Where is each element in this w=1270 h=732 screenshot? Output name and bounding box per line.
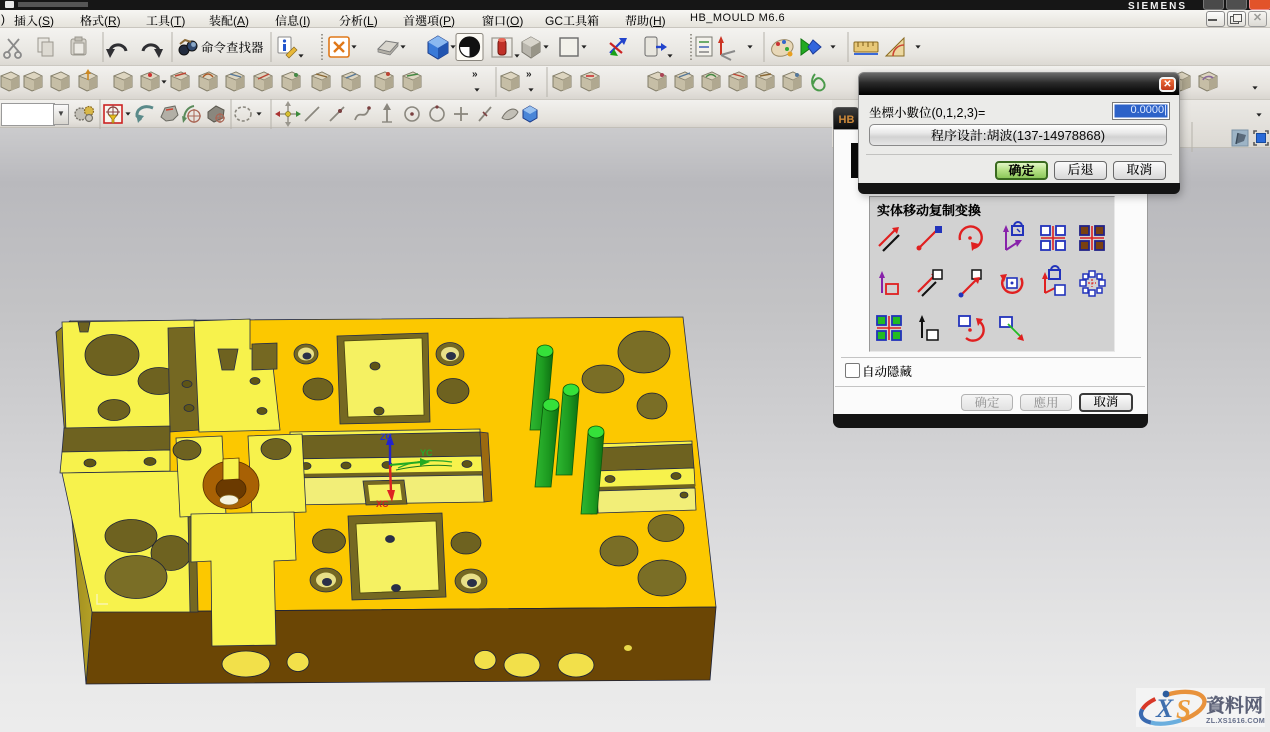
svg-text:ZC: ZC	[380, 432, 392, 442]
svg-text:X: X	[1155, 694, 1174, 723]
svg-text:»: »	[526, 69, 532, 80]
svg-text:S: S	[1176, 694, 1191, 724]
svg-text:資料网: 資料网	[1206, 695, 1263, 717]
svg-text:ZL.XS1616.COM: ZL.XS1616.COM	[1206, 716, 1265, 725]
svg-text:»: »	[472, 69, 478, 80]
svg-text:YC: YC	[420, 448, 433, 458]
svg-text:命令查找器: 命令查找器	[201, 41, 264, 55]
svg-text:XC: XC	[376, 499, 389, 509]
